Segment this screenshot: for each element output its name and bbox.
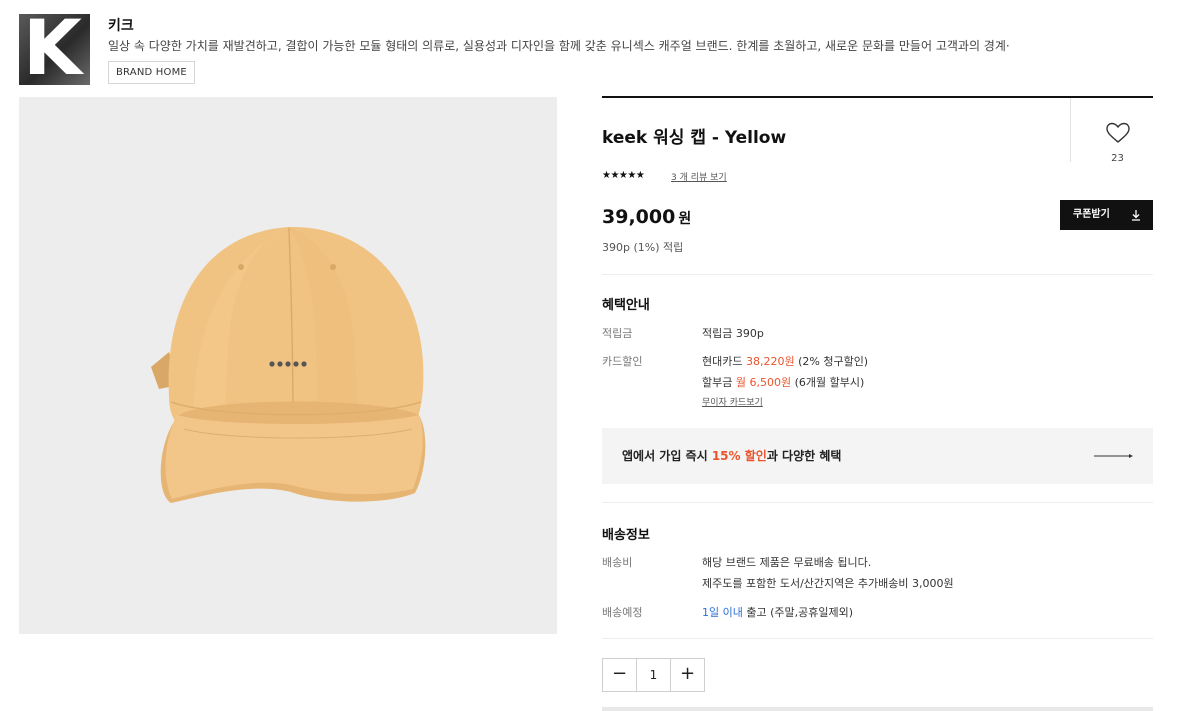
like-count: 23 xyxy=(1111,153,1124,164)
app-banner-text: 앱에서 가입 즉시 15% 할인과 다양한 혜택 xyxy=(622,447,841,464)
shipping-eta-label: 배송예정 xyxy=(602,606,643,619)
like-button[interactable]: 23 xyxy=(1070,98,1153,164)
download-icon xyxy=(1132,210,1140,221)
card-discount-line2: 할부금 월 6,500원 (6개월 할부시) xyxy=(702,374,864,390)
card-line2-prefix: 할부금 xyxy=(702,376,736,389)
product-title: keek 워싱 캡 - Yellow xyxy=(602,128,787,148)
quantity-value[interactable]: 1 xyxy=(637,659,670,691)
app-signup-banner[interactable]: 앱에서 가입 즉시 15% 할인과 다양한 혜택 xyxy=(602,428,1153,484)
brand-logo[interactable]: K xyxy=(19,14,90,85)
eta-rest: 출고 (주말,공휴일제외) xyxy=(742,606,854,619)
product-image[interactable] xyxy=(19,97,557,634)
app-banner-pct: 15% xyxy=(711,449,741,463)
arrow-right-icon xyxy=(1094,454,1133,458)
price-unit: 원 xyxy=(678,211,692,227)
heart-icon xyxy=(1106,122,1130,143)
points-info: 390p (1%) 적립 xyxy=(602,241,684,254)
product-info-panel: keek 워싱 캡 - Yellow 23 ★★★★★ 3 개 리뷰 보기 39… xyxy=(602,96,1153,711)
price-value: 39,000 xyxy=(602,206,676,228)
divider xyxy=(602,502,1153,503)
quantity-increase-button[interactable]: + xyxy=(670,659,704,691)
eta-highlight: 1일 이내 xyxy=(702,606,743,619)
app-banner-word: 할인 xyxy=(740,449,767,463)
divider xyxy=(602,274,1153,275)
coupon-button[interactable]: 쿠폰받기 xyxy=(1060,200,1153,230)
shipping-fee-line2: 제주도를 포함한 도서/산간지역은 추가배송비 3,000원 xyxy=(702,577,954,590)
card-discount-label: 카드할인 xyxy=(602,355,643,368)
shipping-eta-value: 1일 이내 출고 (주말,공휴일제외) xyxy=(702,604,853,620)
bottom-divider xyxy=(602,707,1153,711)
shipping-title: 배송정보 xyxy=(602,528,650,543)
card-line1-prefix: 현대카드 xyxy=(702,355,746,368)
quantity-decrease-button[interactable]: − xyxy=(603,659,637,691)
quantity-stepper: − 1 + xyxy=(602,658,705,692)
product-price: 39,000 원 xyxy=(602,206,691,228)
interest-free-card-link[interactable]: 무이자 카드보기 xyxy=(702,395,763,408)
brand-home-button[interactable]: BRAND HOME xyxy=(108,61,195,84)
brand-name[interactable]: 키크 xyxy=(108,15,134,35)
cap-illustration xyxy=(151,226,426,503)
rating-stars: ★★★★★ xyxy=(602,170,645,181)
card-line1-amount: 38,220원 xyxy=(745,355,795,368)
shipping-fee-line1: 해당 브랜드 제품은 무료배송 됩니다. xyxy=(702,556,872,569)
review-link[interactable]: 3 개 리뷰 보기 xyxy=(671,170,727,183)
divider xyxy=(602,638,1153,639)
card-line2-suffix: (6개월 할부시) xyxy=(791,376,865,389)
brand-description: 일상 속 다양한 가치를 재발견하고, 결합이 가능한 모듈 형태의 의류로, … xyxy=(108,39,1010,53)
card-discount-line1: 현대카드 38,220원 (2% 청구할인) xyxy=(702,353,868,369)
app-banner-suffix: 과 다양한 혜택 xyxy=(766,449,842,463)
benefits-title: 혜택안내 xyxy=(602,298,650,313)
points-value: 적립금 390p xyxy=(702,327,764,340)
shipping-fee-label: 배송비 xyxy=(602,556,633,569)
coupon-label: 쿠폰받기 xyxy=(1073,209,1110,220)
card-line1-suffix: (2% 청구할인) xyxy=(794,355,869,368)
card-line2-amount: 월 6,500원 xyxy=(735,376,792,389)
points-label: 적립금 xyxy=(602,327,633,340)
brand-header: K 키크 일상 속 다양한 가치를 재발견하고, 결합이 가능한 모듈 형태의 … xyxy=(19,14,1179,86)
app-banner-prefix: 앱에서 가입 즉시 xyxy=(622,449,712,463)
brand-logo-letter: K xyxy=(23,14,82,85)
